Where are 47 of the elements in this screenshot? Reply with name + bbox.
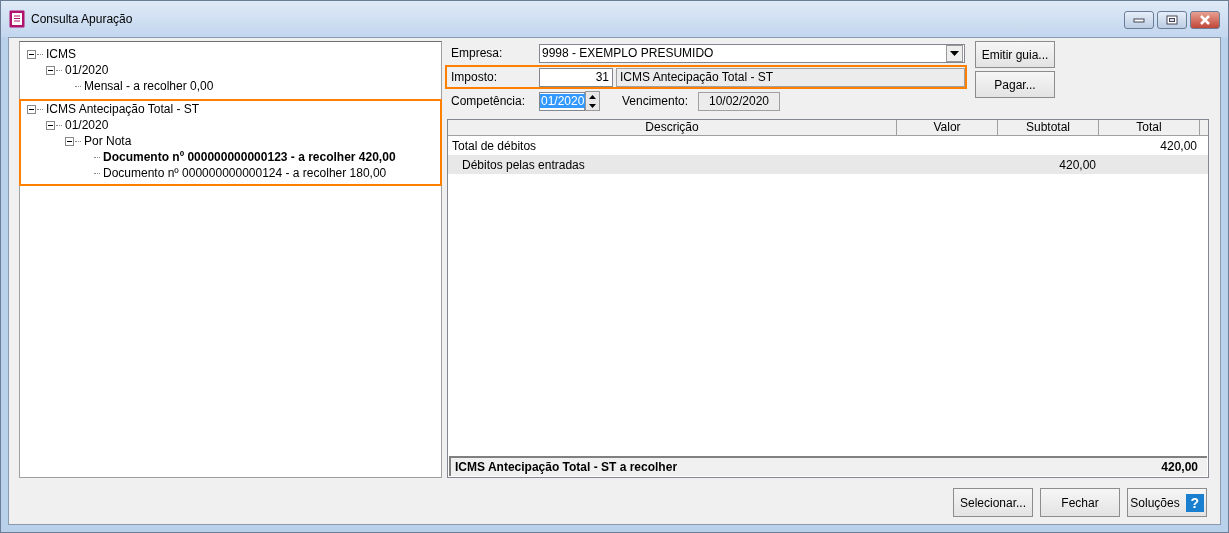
document-icon (9, 10, 25, 28)
collapse-icon[interactable] (27, 104, 36, 114)
tree-item[interactable]: 01/2020 (64, 63, 110, 77)
summary-label: ICMS Antecipação Total - ST a recolher (455, 460, 678, 474)
action-button[interactable]: Pagar... (975, 71, 1055, 98)
collapse-icon[interactable] (46, 120, 55, 130)
vencimento-label: Vencimento: (622, 94, 690, 108)
minimize-icon (1133, 17, 1145, 23)
empresa-label: Empresa: (451, 46, 504, 60)
dropdown-arrow-icon (950, 50, 959, 56)
tree-item[interactable]: Documento nº 000000000000124 - a recolher 180,00 (102, 166, 388, 180)
tree-item[interactable]: ICMS (45, 47, 77, 61)
imposto-name-field: ICMS Antecipação Total - ST (616, 67, 965, 87)
table-cell: 420,00 (1160, 138, 1197, 153)
table-cell: 420,00 (1059, 157, 1096, 172)
tree-item[interactable]: Documento nº 000000000000123 - a recolher 420,00 (102, 150, 397, 164)
spin-buttons[interactable] (585, 91, 600, 111)
column-header[interactable]: Subtotal (998, 120, 1099, 136)
competencia-label: Competência: (451, 94, 527, 108)
tree-item[interactable]: Por Nota (83, 134, 133, 148)
tree-item[interactable]: 01/2020 (64, 118, 110, 132)
close-button[interactable] (1190, 11, 1220, 29)
action-button[interactable]: Fechar (1040, 488, 1120, 517)
tree-item[interactable]: ICMS Antecipação Total - ST (45, 102, 201, 116)
help-icon: ? (1185, 493, 1204, 512)
maximize-button[interactable] (1157, 11, 1187, 29)
vencimento-field: 10/02/2020 (698, 91, 780, 111)
imposto-label: Imposto: (451, 70, 499, 84)
table-cell: Débitos pelas entradas (462, 157, 585, 172)
table-cell: Total de débitos (452, 138, 537, 153)
maximize-icon (1166, 15, 1178, 25)
action-button[interactable]: Soluções ? (1127, 488, 1207, 517)
column-header[interactable]: Valor (897, 120, 998, 136)
collapse-icon[interactable] (65, 136, 74, 146)
column-header[interactable]: Descrição (448, 120, 897, 136)
column-header[interactable]: Total (1099, 120, 1200, 136)
window-title: Consulta Apuração (31, 12, 133, 26)
collapse-icon[interactable] (46, 65, 55, 75)
minimize-button[interactable] (1124, 11, 1154, 29)
collapse-icon[interactable] (27, 49, 36, 59)
close-icon (1199, 15, 1211, 25)
empresa-dropdown[interactable]: 9998 - EXEMPLO PRESUMIDO (539, 43, 965, 63)
tree-item[interactable]: Mensal - a recolher 0,00 (83, 79, 215, 93)
action-button[interactable]: Selecionar... (953, 488, 1033, 517)
imposto-code-field[interactable]: 31 (539, 67, 613, 87)
action-button[interactable]: Emitir guia... (975, 41, 1055, 68)
summary-value: 420,00 (1161, 460, 1198, 474)
